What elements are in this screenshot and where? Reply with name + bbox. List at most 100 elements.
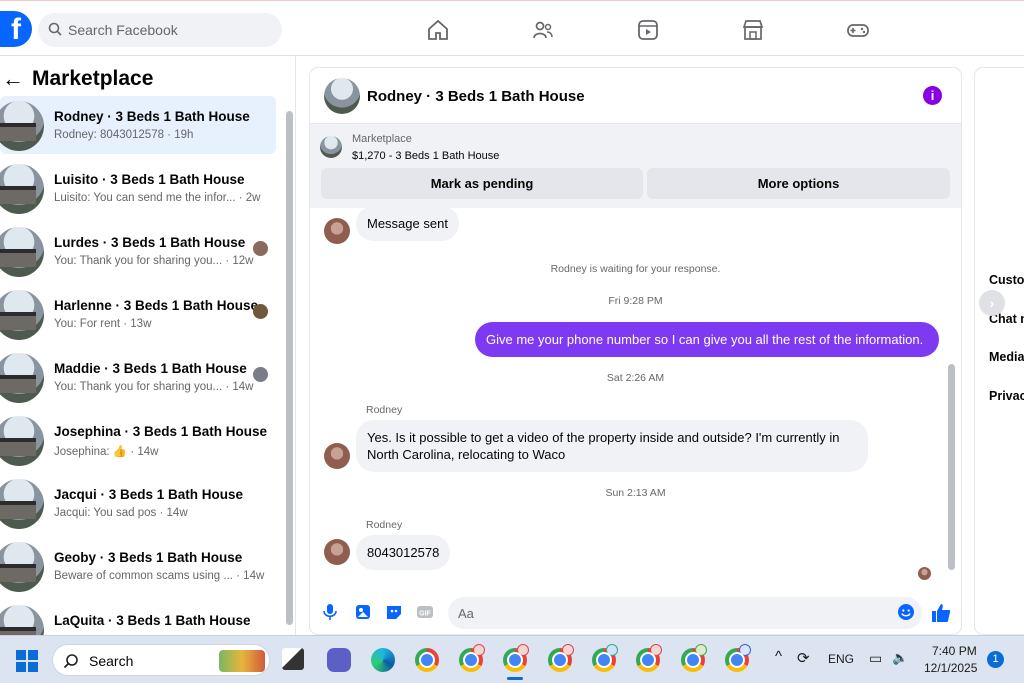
marketplace-icon[interactable]: [741, 18, 765, 42]
chrome-profile-icon[interactable]: [681, 644, 707, 672]
svg-text:GIF: GIF: [419, 611, 431, 618]
chrome-profile-icon[interactable]: [636, 644, 662, 672]
details-item-media[interactable]: Media: [989, 350, 1024, 364]
incoming-message[interactable]: Yes. Is it possible to get a video of th…: [356, 420, 868, 472]
listing-price-title[interactable]: $1,270 - 3 Beds 1 Bath House: [352, 150, 499, 162]
profile-badge-icon: [739, 644, 751, 656]
chrome-profile-icon[interactable]: [592, 644, 618, 672]
timestamp: Fri 9:28 PM: [608, 295, 663, 307]
seen-avatar: [253, 367, 268, 382]
thumbs-up-icon[interactable]: [931, 603, 951, 623]
taskbar-search-box[interactable]: Search: [52, 644, 270, 676]
seen-avatar: [253, 304, 268, 319]
conversation-name: Lurdes · 3 Beds 1 Bath House: [54, 235, 246, 250]
conversation-preview: Beware of common scams using ... · 14w: [54, 570, 265, 582]
sidebar-scrollbar[interactable]: [286, 111, 293, 625]
chevron-up-icon[interactable]: ^: [775, 648, 782, 665]
gif-icon[interactable]: GIF: [416, 603, 434, 621]
message-input[interactable]: Aa: [448, 597, 922, 629]
message-thread: Message sent Rodney is waiting for your …: [310, 206, 961, 590]
conversation-item-laquita[interactable]: LaQuita · 3 Beds 1 Bath House: [0, 600, 276, 636]
waiting-notice: Rodney is waiting for your response.: [550, 263, 721, 275]
mark-as-pending-button[interactable]: Mark as pending: [321, 168, 643, 199]
microphone-icon[interactable]: [321, 603, 339, 621]
gaming-icon[interactable]: [846, 18, 870, 42]
sync-icon[interactable]: ⟳: [797, 649, 810, 667]
chrome-profile-icon[interactable]: [459, 644, 485, 672]
listing-thumbnail: [0, 290, 44, 340]
conversation-preview: You: Thank you for sharing you... · 12w: [54, 255, 254, 267]
clock-time[interactable]: 7:40 PM: [932, 644, 977, 658]
chrome-profile-icon[interactable]: [725, 644, 751, 672]
details-item-privacy[interactable]: Privac: [989, 389, 1024, 403]
windows-start-icon[interactable]: [16, 650, 38, 672]
sidebar-title: Marketplace: [32, 67, 154, 90]
listing-thumbnail: [0, 605, 44, 636]
profile-badge-icon: [606, 644, 618, 656]
teams-icon[interactable]: [327, 648, 351, 672]
chrome-icon[interactable]: [415, 648, 439, 672]
profile-badge-icon: [517, 644, 529, 656]
profile-badge-icon: [562, 644, 574, 656]
search-highlight-icon: [219, 650, 265, 672]
conversation-name: Jacqui · 3 Beds 1 Bath House: [54, 487, 244, 502]
profile-badge-icon: [650, 644, 662, 656]
info-icon[interactable]: i: [923, 86, 942, 105]
conversation-item-harlenne[interactable]: Harlenne · 3 Beds 1 Bath House You: For …: [0, 285, 276, 343]
listing-thumbnail: [0, 542, 44, 592]
details-item-customize[interactable]: Custo: [989, 273, 1024, 287]
sidebar-header: ← Marketplace: [0, 64, 153, 94]
active-app-indicator: [507, 677, 523, 680]
more-options-button[interactable]: More options: [647, 168, 950, 199]
conversation-item-luisito[interactable]: Luisito · 3 Beds 1 Bath House Luisito: Y…: [0, 159, 276, 217]
clock-date[interactable]: 12/1/2025: [924, 661, 977, 675]
conversation-preview: You: For rent · 13w: [54, 318, 152, 330]
task-view-icon[interactable]: [282, 648, 304, 670]
conversation-name: Luisito · 3 Beds 1 Bath House: [54, 172, 245, 187]
conversation-preview: You: Thank you for sharing you... · 14w: [54, 381, 254, 393]
sender-avatar: [324, 443, 350, 469]
chat-title[interactable]: Rodney · 3 Beds 1 Bath House: [367, 88, 585, 105]
home-icon[interactable]: [426, 18, 450, 42]
back-arrow-icon[interactable]: ←: [2, 66, 26, 92]
conversation-item-maddie[interactable]: Maddie · 3 Beds 1 Bath House You: Thank …: [0, 348, 276, 406]
network-icon[interactable]: ▭: [869, 650, 882, 667]
chat-scrollbar[interactable]: [948, 364, 955, 570]
chrome-profile-icon[interactable]: [503, 644, 529, 672]
search-placeholder: Search Facebook: [68, 22, 178, 38]
listing-thumbnail: [0, 101, 44, 151]
conversation-item-lurdes[interactable]: Lurdes · 3 Beds 1 Bath House You: Thank …: [0, 222, 276, 280]
search-facebook-input[interactable]: Search Facebook: [38, 13, 282, 47]
message-composer: GIF Aa: [310, 594, 961, 634]
watch-icon[interactable]: [636, 18, 660, 42]
incoming-message[interactable]: 8043012578: [356, 535, 451, 570]
edge-icon[interactable]: [371, 648, 395, 672]
listing-banner: Marketplace $1,270 - 3 Beds 1 Bath House…: [310, 124, 961, 208]
conversation-item-jacqui[interactable]: Jacqui · 3 Beds 1 Bath House Jacqui: You…: [0, 474, 276, 532]
friends-icon[interactable]: [531, 18, 555, 42]
chevron-right-icon[interactable]: ›: [979, 290, 1005, 316]
conversation-name: LaQuita · 3 Beds 1 Bath House: [54, 613, 251, 628]
conversation-name: Harlenne · 3 Beds 1 Bath House: [54, 298, 259, 313]
search-icon: [48, 22, 62, 36]
photo-icon[interactable]: [354, 603, 372, 621]
language-indicator[interactable]: ENG: [828, 652, 854, 666]
listing-thumbnail: [0, 164, 44, 214]
conversation-item-rodney[interactable]: Rodney · 3 Beds 1 Bath House Rodney: 804…: [0, 96, 276, 154]
conversation-item-geoby[interactable]: Geoby · 3 Beds 1 Bath House Beware of co…: [0, 537, 276, 595]
sticker-icon[interactable]: [385, 603, 403, 621]
listing-avatar: [324, 78, 360, 114]
notification-badge[interactable]: 1: [987, 651, 1004, 668]
chat-panel: Rodney · 3 Beds 1 Bath House i Marketpla…: [310, 68, 961, 634]
outgoing-message[interactable]: Give me your phone number so I can give …: [475, 322, 939, 357]
timestamp: Sun 2:13 AM: [605, 487, 666, 499]
conversation-item-josephina[interactable]: Josephina · 3 Beds 1 Bath House Josephin…: [0, 411, 276, 469]
conversation-name: Rodney · 3 Beds 1 Bath House: [54, 109, 250, 124]
conversation-preview: Jacqui: You sad pos · 14w: [54, 507, 188, 519]
listing-thumbnail: [0, 227, 44, 277]
facebook-logo-icon[interactable]: f: [0, 11, 32, 47]
conversation-preview: Josephina: 👍 · 14w: [54, 446, 159, 458]
emoji-icon[interactable]: [897, 603, 915, 621]
chrome-profile-icon[interactable]: [548, 644, 574, 672]
volume-icon[interactable]: 🔈: [892, 650, 908, 666]
